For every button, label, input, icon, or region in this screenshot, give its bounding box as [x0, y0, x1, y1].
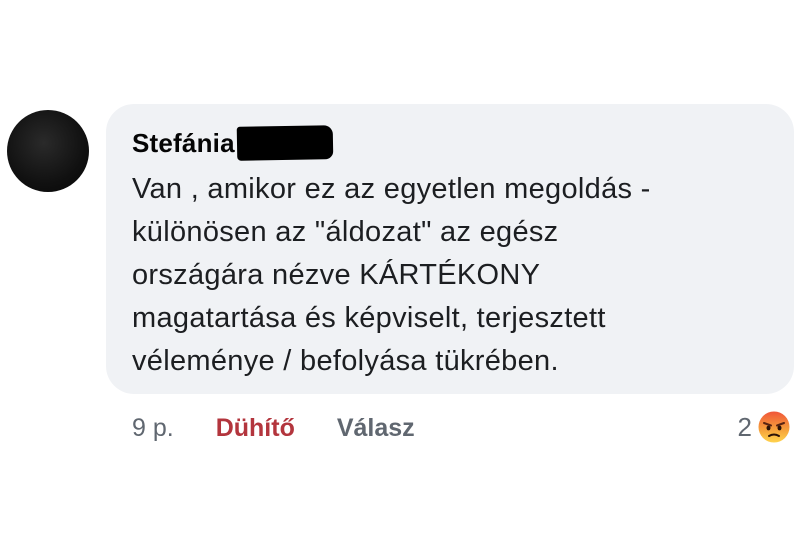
- angry-emoji-icon: [757, 410, 791, 444]
- author-row: Stefánia: [132, 125, 774, 161]
- author-name[interactable]: Stefánia: [132, 128, 235, 159]
- reaction-button[interactable]: Dühítő: [216, 414, 295, 443]
- comment-actions: 9 p. Dühítő Válasz: [132, 408, 415, 448]
- avatar[interactable]: [7, 110, 89, 192]
- reaction-summary[interactable]: 2: [738, 406, 792, 448]
- reply-button[interactable]: Válasz: [337, 414, 415, 443]
- comment-bubble: Stefánia Van , amikor ez az egyetlen meg…: [106, 104, 794, 394]
- redaction-mark: [236, 125, 334, 161]
- comment-text: Van , amikor ez az egyetlen megoldás - k…: [132, 173, 651, 377]
- reaction-count: 2: [737, 411, 752, 442]
- comment-timestamp[interactable]: 9 p.: [132, 414, 174, 443]
